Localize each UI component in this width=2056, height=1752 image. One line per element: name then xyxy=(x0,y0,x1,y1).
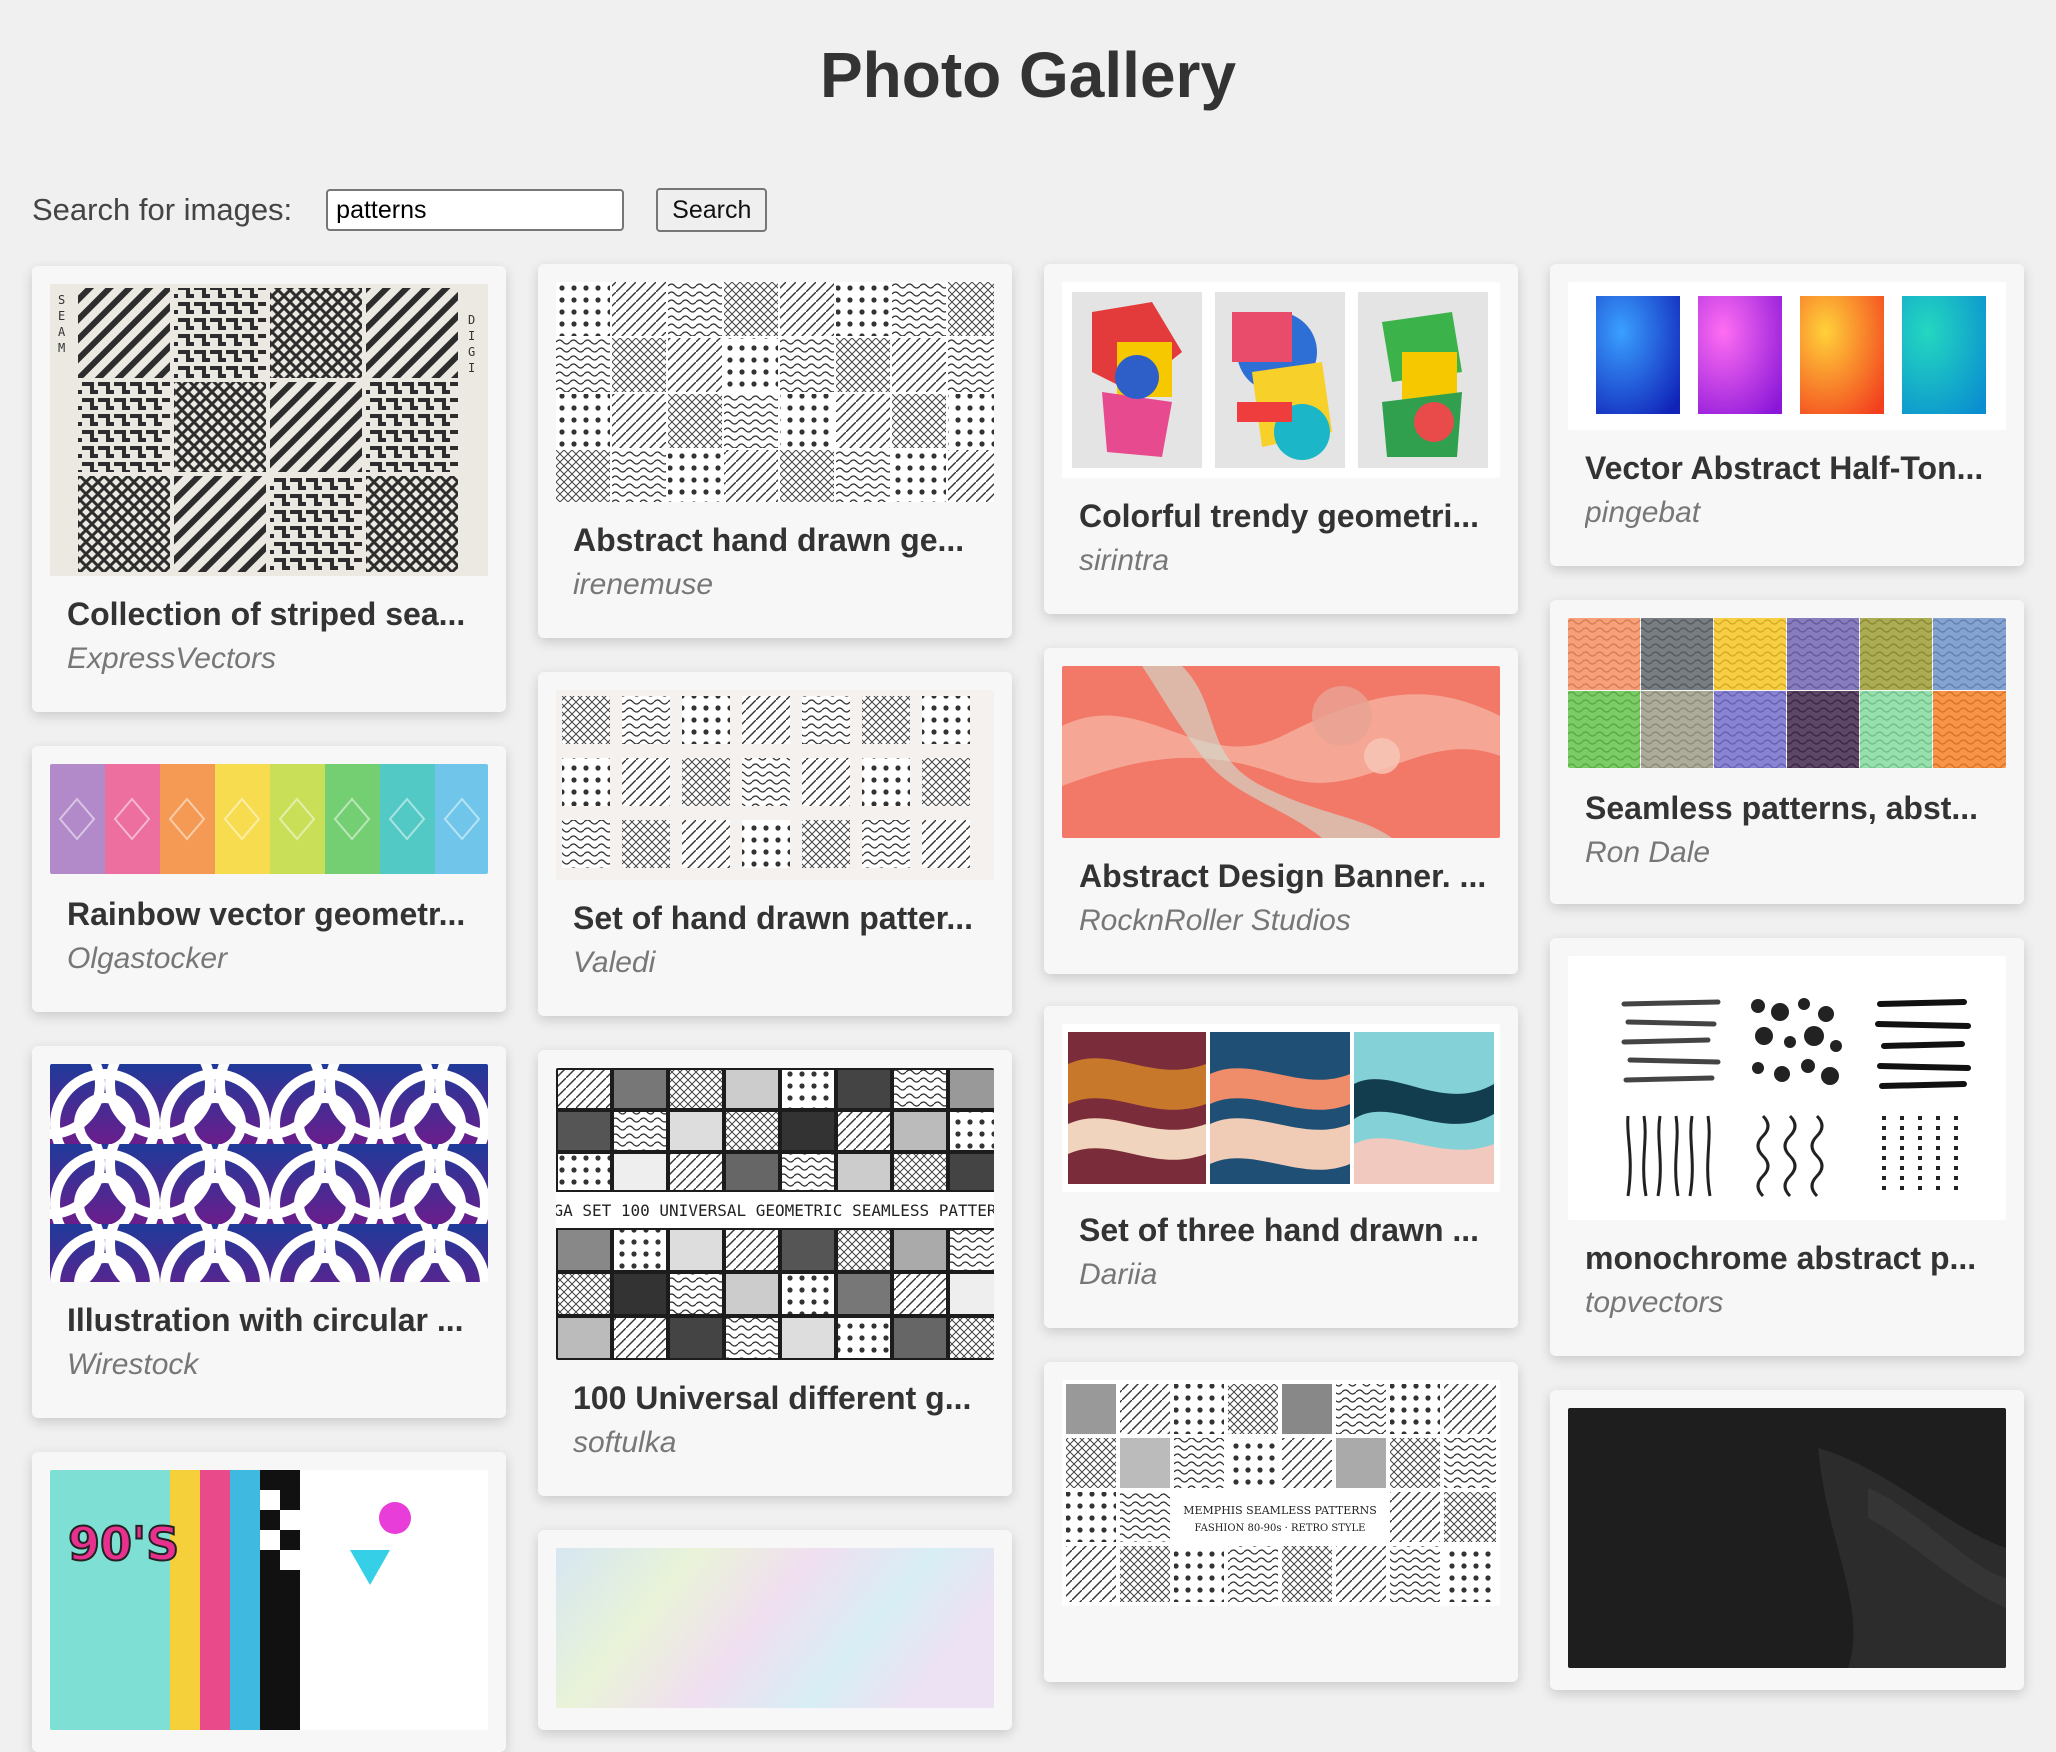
search-input[interactable] xyxy=(326,189,625,231)
gallery-card[interactable] xyxy=(1550,1390,2024,1690)
card-image[interactable] xyxy=(1062,666,1500,838)
search-button[interactable]: Search xyxy=(656,188,768,232)
gallery-card[interactable]: Illustration with circular ... Wirestock xyxy=(32,1046,506,1418)
gallery-card[interactable]: monochrome abstract p... topvectors xyxy=(1550,938,2024,1356)
card-title[interactable]: Rainbow vector geometr... xyxy=(67,896,476,933)
gallery-card[interactable]: Vector Abstract Half-Ton... pingebat xyxy=(1550,264,2024,566)
search-label: Search for images: xyxy=(32,192,293,227)
card-title[interactable]: monochrome abstract p... xyxy=(1585,1240,1994,1277)
gallery-card[interactable]: Rainbow vector geometr... Olgastocker xyxy=(32,746,506,1012)
gallery-card[interactable]: MEGA SET 100 UNIVERSAL GEOMETRIC SEAMLES… xyxy=(538,1050,1012,1496)
card-author: pingebat xyxy=(1585,496,1701,529)
card-image[interactable]: 90'S xyxy=(50,1470,488,1730)
svg-text:M: M xyxy=(58,341,65,355)
gallery-card[interactable]: Seamless patterns, abst... Ron Dale xyxy=(1550,600,2024,904)
card-image[interactable] xyxy=(556,282,994,502)
gallery-card[interactable]: Colorful trendy geometri... sirintra xyxy=(1044,264,1518,614)
card-image-text: FASHION 80-90s · RETRO STYLE xyxy=(1195,1523,1366,1534)
svg-text:D: D xyxy=(468,313,475,327)
card-image[interactable] xyxy=(50,1064,488,1282)
card-image[interactable] xyxy=(1568,282,2006,430)
gallery-card[interactable]: 90'S xyxy=(32,1452,506,1752)
card-image-text: MEGA SET 100 UNIVERSAL GEOMETRIC SEAMLES… xyxy=(556,1201,994,1220)
card-title[interactable]: Collection of striped sea... xyxy=(67,596,476,633)
card-author: softulka xyxy=(573,1426,677,1459)
card-title[interactable]: Set of three hand drawn ... xyxy=(1079,1212,1488,1249)
card-image[interactable]: MEMPHIS SEAMLESS PATTERNS FASHION 80-90s… xyxy=(1062,1380,1500,1606)
card-image[interactable] xyxy=(50,764,488,874)
gallery-card[interactable]: MEMPHIS SEAMLESS PATTERNS FASHION 80-90s… xyxy=(1044,1362,1518,1682)
svg-text:I: I xyxy=(468,329,475,343)
card-image[interactable] xyxy=(1568,1408,2006,1668)
card-title[interactable]: Colorful trendy geometri... xyxy=(1079,498,1488,535)
gallery-card[interactable]: SEAM DIGI Collection of striped sea... E… xyxy=(32,266,506,712)
svg-text:I: I xyxy=(468,361,475,375)
card-image[interactable] xyxy=(1062,282,1500,478)
card-title[interactable]: Seamless patterns, abst... xyxy=(1585,790,1994,827)
gallery-card[interactable]: Abstract Design Banner. ... RocknRoller … xyxy=(1044,648,1518,974)
card-title[interactable]: 100 Universal different g... xyxy=(573,1380,982,1417)
svg-text:E: E xyxy=(58,309,65,323)
card-image[interactable] xyxy=(1568,956,2006,1220)
card-author: Wirestock xyxy=(67,1348,199,1381)
card-image[interactable]: MEGA SET 100 UNIVERSAL GEOMETRIC SEAMLES… xyxy=(556,1068,994,1360)
card-image[interactable]: SEAM DIGI xyxy=(50,284,488,576)
card-title[interactable]: Abstract hand drawn ge... xyxy=(573,522,982,559)
card-title[interactable]: Illustration with circular ... xyxy=(67,1302,476,1339)
card-author: Dariia xyxy=(1079,1258,1158,1291)
gallery-card[interactable] xyxy=(538,1530,1012,1730)
card-author: Ron Dale xyxy=(1585,836,1711,869)
gallery-card[interactable]: Abstract hand drawn ge... irenemuse xyxy=(538,264,1012,638)
card-image[interactable] xyxy=(1568,618,2006,768)
card-author: Olgastocker xyxy=(67,942,228,975)
gallery-card[interactable]: Set of three hand drawn ... Dariia xyxy=(1044,1006,1518,1328)
card-image[interactable] xyxy=(556,690,994,880)
card-image-text: MEMPHIS SEAMLESS PATTERNS xyxy=(1183,1504,1377,1517)
card-author: topvectors xyxy=(1585,1286,1724,1319)
card-author: ExpressVectors xyxy=(67,642,276,675)
search-bar: Search for images: Search xyxy=(32,188,768,232)
card-author: irenemuse xyxy=(573,568,714,601)
page-title: Photo Gallery xyxy=(819,39,1237,111)
card-image[interactable] xyxy=(556,1548,994,1708)
card-title[interactable]: Set of hand drawn patter... xyxy=(573,900,982,937)
card-author: RocknRoller Studios xyxy=(1079,904,1351,937)
gallery-card[interactable]: Set of hand drawn patter... Valedi xyxy=(538,672,1012,1016)
card-title[interactable]: Vector Abstract Half-Ton... xyxy=(1585,450,1994,487)
svg-text:G: G xyxy=(468,345,475,359)
card-image-text: 90'S xyxy=(68,1517,179,1571)
card-author: Valedi xyxy=(573,946,656,979)
card-author: sirintra xyxy=(1079,544,1170,577)
card-image[interactable] xyxy=(1062,1024,1500,1192)
card-title[interactable]: Abstract Design Banner. ... xyxy=(1079,858,1488,895)
svg-text:S: S xyxy=(58,293,65,307)
svg-text:A: A xyxy=(58,325,66,339)
